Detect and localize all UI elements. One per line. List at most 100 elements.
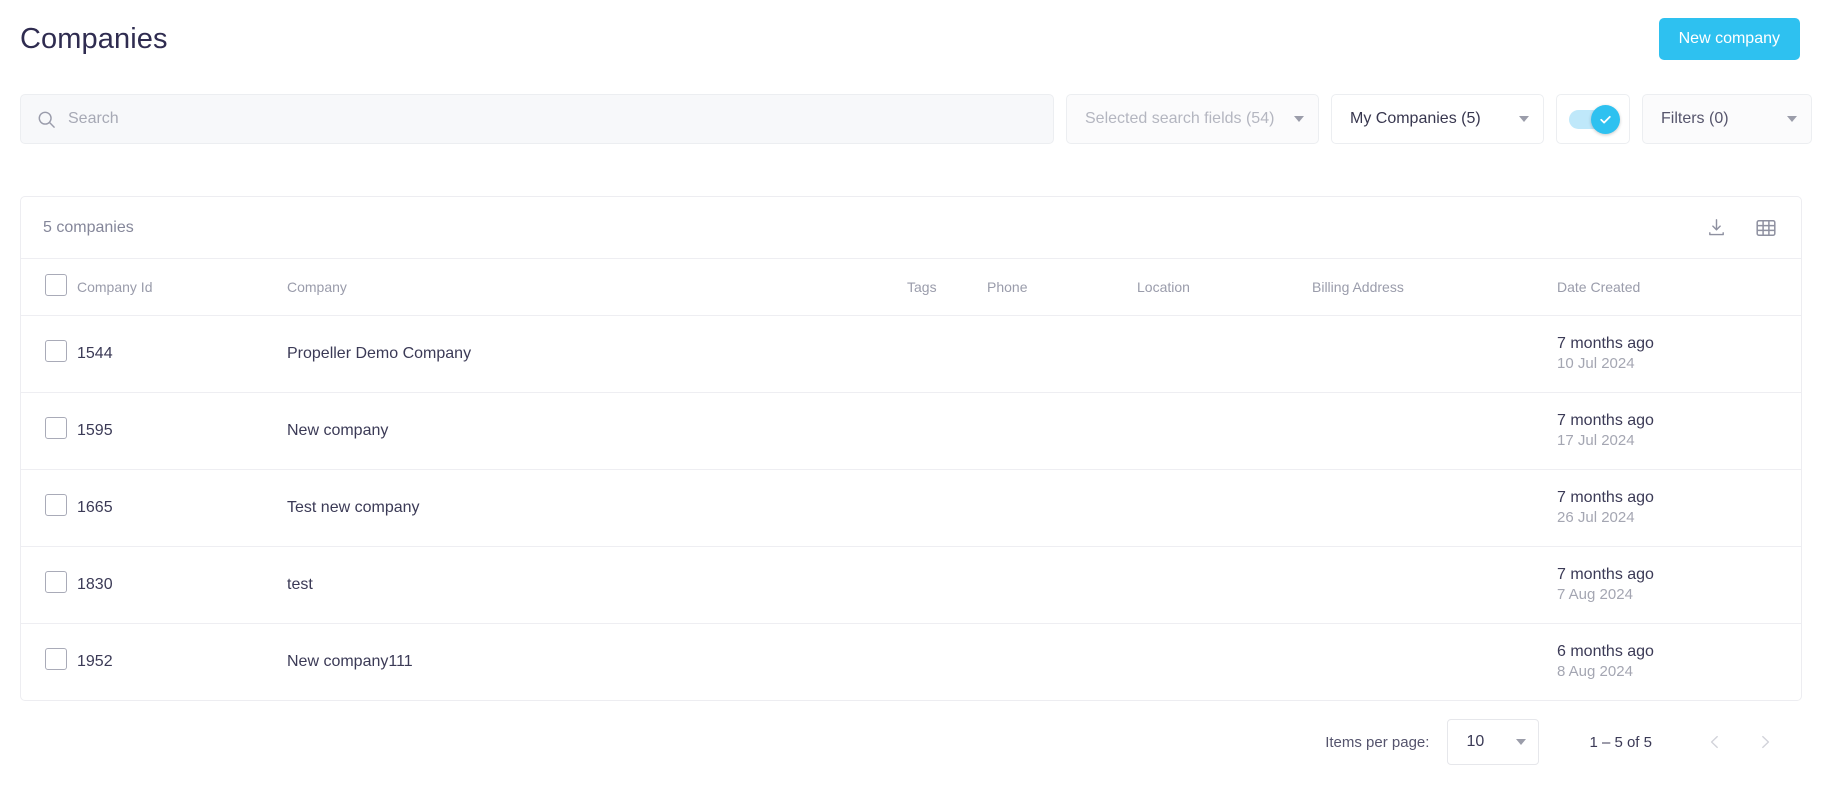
date-absolute: 10 Jul 2024 — [1557, 355, 1635, 373]
toggle-track — [1569, 104, 1620, 134]
cell-phone — [987, 391, 1137, 469]
cell-date-created: 7 months ago 10 Jul 2024 — [1557, 314, 1801, 392]
column-header-tags[interactable]: Tags — [907, 259, 987, 315]
row-checkbox[interactable] — [45, 340, 67, 362]
cell-tags — [907, 622, 987, 700]
cell-date-created: 7 months ago 17 Jul 2024 — [1557, 391, 1801, 469]
cell-company-id: 1830 — [77, 545, 287, 623]
toolbar: Selected search fields (54) My Companies… — [20, 94, 1812, 144]
download-icon[interactable] — [1703, 215, 1729, 241]
filters-dropdown[interactable]: Filters (0) — [1642, 94, 1812, 144]
cell-tags — [907, 468, 987, 546]
row-select-cell — [21, 622, 77, 700]
column-header-company-id[interactable]: Company Id — [77, 259, 287, 315]
row-select-cell — [21, 545, 77, 623]
column-header-billing-address[interactable]: Billing Address — [1312, 259, 1557, 315]
chevron-left-icon — [1710, 735, 1718, 749]
pagination-range: 1 – 5 of 5 — [1589, 733, 1652, 751]
my-companies-toggle[interactable] — [1556, 94, 1630, 144]
items-per-page-label: Items per page: — [1325, 733, 1430, 751]
search-icon — [37, 110, 56, 129]
cell-location — [1137, 391, 1312, 469]
date-relative: 7 months ago — [1557, 334, 1654, 352]
selected-search-fields-dropdown[interactable]: Selected search fields (54) — [1066, 94, 1319, 144]
chevron-down-icon — [1787, 116, 1797, 122]
cell-phone — [987, 314, 1137, 392]
row-checkbox[interactable] — [45, 648, 67, 671]
toggle-thumb — [1591, 104, 1620, 134]
items-per-page-select[interactable]: 10 — [1447, 719, 1540, 765]
cell-billing-address — [1312, 622, 1557, 700]
row-checkbox[interactable] — [45, 494, 67, 516]
table-row[interactable]: 1544 Propeller Demo Company 7 months ago… — [21, 314, 1801, 392]
cell-tags — [907, 391, 987, 469]
date-relative: 7 months ago — [1557, 565, 1654, 583]
page-title: Companies — [20, 22, 168, 55]
date-relative: 7 months ago — [1557, 411, 1654, 429]
column-header-location[interactable]: Location — [1137, 259, 1312, 315]
row-select-cell — [21, 391, 77, 469]
next-page-button — [1750, 727, 1780, 757]
cell-location — [1137, 468, 1312, 546]
cell-date-created: 7 months ago 7 Aug 2024 — [1557, 545, 1801, 623]
pagination-arrows — [1700, 727, 1780, 757]
pagination: Items per page: 10 1 – 5 of 5 — [20, 712, 1802, 772]
previous-page-button — [1700, 727, 1730, 757]
my-companies-dropdown[interactable]: My Companies (5) — [1331, 94, 1544, 144]
cell-date-created: 7 months ago 26 Jul 2024 — [1557, 468, 1801, 546]
search-input[interactable] — [68, 95, 1037, 143]
date-relative: 7 months ago — [1557, 488, 1654, 506]
cell-phone — [987, 468, 1137, 546]
date-absolute: 17 Jul 2024 — [1557, 432, 1635, 450]
grid-columns-icon[interactable] — [1753, 215, 1779, 241]
select-all-checkbox[interactable] — [45, 274, 67, 297]
row-checkbox[interactable] — [45, 571, 67, 593]
column-header-phone[interactable]: Phone — [987, 259, 1137, 315]
selected-search-fields-label: Selected search fields (54) — [1085, 110, 1275, 127]
table-row[interactable]: 1665 Test new company 7 months ago 26 Ju… — [21, 468, 1801, 546]
cell-date-created: 6 months ago 8 Aug 2024 — [1557, 622, 1801, 700]
page-header: Companies New company — [0, 0, 1822, 78]
record-count-label: 5 companies — [43, 218, 134, 236]
cell-company-id: 1665 — [77, 468, 287, 546]
cell-location — [1137, 314, 1312, 392]
cell-billing-address — [1312, 314, 1557, 392]
cell-tags — [907, 314, 987, 392]
table-body: 1544 Propeller Demo Company 7 months ago… — [21, 314, 1801, 700]
chevron-down-icon — [1516, 739, 1527, 745]
date-absolute: 26 Jul 2024 — [1557, 509, 1635, 527]
cell-billing-address — [1312, 545, 1557, 623]
cell-phone — [987, 622, 1137, 700]
cell-company: Test new company — [287, 468, 907, 546]
row-checkbox[interactable] — [45, 417, 67, 439]
search-box[interactable] — [20, 94, 1054, 144]
date-absolute: 8 Aug 2024 — [1557, 663, 1633, 681]
items-per-page-value: 10 — [1466, 733, 1485, 750]
row-select-cell — [21, 468, 77, 546]
cell-company-id: 1544 — [77, 314, 287, 392]
table-card-header: 5 companies — [21, 197, 1801, 259]
companies-page: Companies New company Selected search fi… — [0, 0, 1822, 802]
cell-location — [1137, 622, 1312, 700]
filters-label: Filters (0) — [1661, 110, 1729, 127]
column-header-date-created[interactable]: Date Created — [1557, 259, 1801, 315]
table-actions — [1703, 215, 1779, 241]
cell-billing-address — [1312, 391, 1557, 469]
date-absolute: 7 Aug 2024 — [1557, 586, 1633, 604]
row-select-cell — [21, 314, 77, 392]
cell-company: New company111 — [287, 622, 907, 700]
companies-table-card: 5 companies Company Id Company Tags Phon… — [20, 196, 1802, 701]
table-header-row: Company Id Company Tags Phone Location B… — [21, 259, 1801, 315]
chevron-down-icon — [1294, 116, 1304, 122]
cell-location — [1137, 545, 1312, 623]
cell-tags — [907, 545, 987, 623]
table-row[interactable]: 1952 New company111 6 months ago 8 Aug 2… — [21, 622, 1801, 700]
companies-table: Company Id Company Tags Phone Location B… — [21, 259, 1801, 700]
table-row[interactable]: 1830 test 7 months ago 7 Aug 2024 — [21, 545, 1801, 623]
column-header-company[interactable]: Company — [287, 259, 907, 315]
new-company-button[interactable]: New company — [1658, 18, 1800, 60]
table-row[interactable]: 1595 New company 7 months ago 17 Jul 202… — [21, 391, 1801, 469]
cell-company: test — [287, 545, 907, 623]
cell-company: New company — [287, 391, 907, 469]
chevron-down-icon — [1519, 116, 1529, 122]
